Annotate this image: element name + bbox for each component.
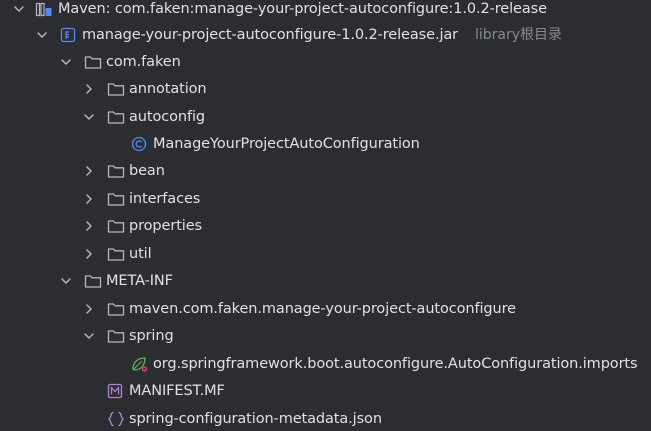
folder-icon [107, 158, 125, 185]
chevron-down-icon[interactable] [82, 323, 96, 350]
chevron-down-icon[interactable] [12, 0, 26, 23]
tree-label: annotation [129, 81, 207, 97]
tree-row-util[interactable]: util [0, 241, 651, 268]
tree-label: ManageYourProjectAutoConfiguration [153, 136, 420, 152]
folder-icon [107, 104, 125, 131]
folder-icon [84, 49, 102, 76]
folder-icon [107, 213, 125, 240]
chevron-right-icon[interactable] [82, 296, 96, 323]
tree-label: properties [129, 218, 202, 234]
tree-row-autoconfig[interactable]: autoconfig [0, 104, 651, 131]
chevron-right-icon[interactable] [82, 76, 96, 103]
tree-label: bean [129, 163, 165, 179]
jar-archive-icon [60, 22, 78, 49]
tree-label: MANIFEST.MF [129, 383, 225, 399]
maven-library-icon [35, 0, 53, 23]
tree-label: util [129, 246, 152, 262]
tree-row-spring[interactable]: spring [0, 323, 651, 350]
library-root-hint: library根目录 [475, 27, 563, 43]
chevron-down-icon[interactable] [59, 49, 73, 76]
tree-label: autoconfig [129, 109, 206, 125]
project-tree: Maven: com.faken:manage-your-project-aut… [0, 0, 651, 431]
tree-label: interfaces [129, 191, 201, 207]
tree-row-properties[interactable]: properties [0, 213, 651, 240]
tree-label: org.springframework.boot.autoconfigure.A… [153, 356, 638, 372]
tree-row-com-faken[interactable]: com.faken [0, 49, 651, 76]
chevron-down-icon[interactable] [82, 104, 96, 131]
tree-row-meta-inf[interactable]: META-INF [0, 268, 651, 295]
tree-row-jar[interactable]: manage-your-project-autoconfigure-1.0.2-… [0, 22, 651, 49]
folder-icon [107, 296, 125, 323]
tree-label: Maven: com.faken:manage-your-project-aut… [58, 1, 547, 17]
manifest-icon [107, 378, 125, 405]
folder-icon [107, 76, 125, 103]
tree-label: spring-configuration-metadata.json [129, 411, 382, 427]
folder-icon [84, 268, 102, 295]
tree-label: com.faken [106, 54, 181, 70]
folder-icon [107, 241, 125, 268]
tree-label: maven.com.faken.manage-your-project-auto… [129, 301, 516, 317]
tree-row-maven-root[interactable]: Maven: com.faken:manage-your-project-aut… [0, 0, 651, 23]
chevron-right-icon[interactable] [82, 241, 96, 268]
chevron-down-icon[interactable] [35, 22, 49, 49]
tree-label: META-INF [106, 273, 173, 289]
json-braces-icon [107, 406, 125, 431]
tree-row-annotation[interactable]: annotation [0, 76, 651, 103]
tree-row-autoconfiguration-class[interactable]: ManageYourProjectAutoConfiguration [0, 131, 651, 158]
tree-label: manage-your-project-autoconfigure-1.0.2-… [82, 27, 459, 43]
class-icon [131, 131, 149, 158]
chevron-right-icon[interactable] [82, 158, 96, 185]
folder-icon [107, 186, 125, 213]
tree-row-maven-package[interactable]: maven.com.faken.manage-your-project-auto… [0, 296, 651, 323]
chevron-right-icon[interactable] [82, 186, 96, 213]
folder-icon [107, 323, 125, 350]
tree-row-bean[interactable]: bean [0, 158, 651, 185]
chevron-right-icon[interactable] [82, 213, 96, 240]
tree-row-interfaces[interactable]: interfaces [0, 186, 651, 213]
tree-row-autoconfiguration-imports[interactable]: org.springframework.boot.autoconfigure.A… [0, 351, 651, 378]
chevron-down-icon[interactable] [59, 268, 73, 295]
tree-row-metadata-json[interactable]: spring-configuration-metadata.json [0, 406, 651, 431]
spring-leaf-icon [131, 351, 149, 378]
tree-label: spring [129, 328, 174, 344]
tree-row-manifest[interactable]: MANIFEST.MF [0, 378, 651, 405]
